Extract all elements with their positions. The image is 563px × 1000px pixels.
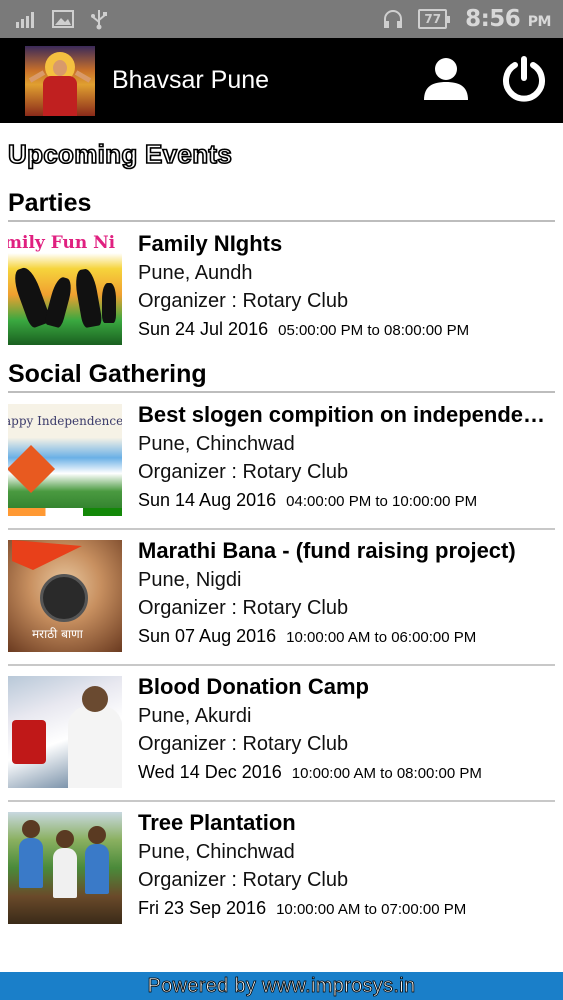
event-time: 05:00:00 PM to 08:00:00 PM — [278, 322, 470, 339]
powered-by-link[interactable]: Powered by www.improsys.in — [147, 974, 415, 998]
event-datetime: Wed 14 Dec 2016 10:00:00 AM to 08:00:00 P… — [138, 758, 555, 788]
app-bar: Bhavsar Pune — [0, 38, 563, 123]
event-card-tree-plantation[interactable]: Tree Plantation Pune, Chinchwad Organize… — [8, 802, 555, 938]
event-card-slogan-competition[interactable]: appy Independence Da Best slogen compiti… — [8, 394, 555, 530]
event-organizer: Organizer : Rotary Club — [138, 461, 349, 483]
event-card-family-nights[interactable]: mily Fun Ni Family NIghts Pune, Aundh Or… — [8, 223, 555, 359]
event-title: Marathi Bana - (fund raising project) — [138, 538, 516, 563]
event-datetime: Sun 14 Aug 2016 04:00:00 PM to 10:00:00 P… — [138, 486, 555, 516]
event-thumbnail — [8, 812, 122, 924]
power-icon — [501, 55, 547, 106]
image-icon — [52, 8, 74, 30]
logout-button[interactable] — [500, 55, 548, 106]
event-title: Blood Donation Camp — [138, 674, 369, 699]
user-icon — [423, 56, 469, 106]
event-title: Family NIghts — [138, 231, 283, 256]
event-location: Pune, Akurdi — [138, 705, 252, 727]
event-title: Tree Plantation — [138, 810, 296, 835]
footer-bar: Powered by www.improsys.in — [0, 972, 563, 1000]
event-title: Best slogen compition on independence da… — [138, 402, 555, 427]
event-datetime: Sun 07 Aug 2016 10:00:00 AM to 06:00:00 P… — [138, 622, 555, 652]
battery-icon: 77 — [418, 9, 450, 29]
event-organizer: Organizer : Rotary Club — [138, 869, 349, 891]
event-card-marathi-bana[interactable]: मराठी बाणा Marathi Bana - (fund raising … — [8, 530, 555, 666]
app-title: Bhavsar Pune — [112, 66, 270, 94]
event-date: Sun 07 Aug 2016 — [138, 626, 277, 646]
event-location: Pune, Nigdi — [138, 569, 242, 591]
event-location: Pune, Aundh — [138, 262, 253, 284]
event-organizer: Organizer : Rotary Club — [138, 290, 349, 312]
page-title: Upcoming Events — [7, 138, 233, 170]
event-organizer: Organizer : Rotary Club — [138, 733, 349, 755]
event-date: Fri 23 Sep 2016 — [138, 898, 267, 918]
event-date: Sun 14 Aug 2016 — [138, 490, 277, 510]
event-time: 04:00:00 PM to 10:00:00 PM — [286, 493, 478, 510]
event-datetime: Sun 24 Jul 2016 05:00:00 PM to 08:00:00 P… — [138, 315, 555, 345]
event-thumbnail: mily Fun Ni — [8, 233, 122, 345]
section-header-social-gathering: Social Gathering — [8, 360, 555, 393]
event-datetime: Fri 23 Sep 2016 10:00:00 AM to 07:00:00 P… — [138, 894, 555, 924]
profile-button[interactable] — [422, 57, 470, 105]
status-bar: 77 8:56 PM — [0, 0, 563, 38]
event-card-blood-donation[interactable]: Blood Donation Camp Pune, Akurdi Organiz… — [8, 666, 555, 802]
clock: 8:56 PM — [465, 6, 551, 32]
section-header-parties: Parties — [8, 189, 555, 222]
event-time: 10:00:00 AM to 08:00:00 PM — [291, 765, 482, 782]
event-location: Pune, Chinchwad — [138, 433, 295, 455]
event-thumbnail: appy Independence Da — [8, 404, 122, 516]
event-organizer: Organizer : Rotary Club — [138, 597, 349, 619]
logo-image — [25, 45, 95, 116]
event-thumbnail: मराठी बाणा — [8, 540, 122, 652]
usb-icon — [88, 8, 110, 30]
event-location: Pune, Chinchwad — [138, 841, 295, 863]
signal-icon — [16, 8, 38, 30]
event-time: 10:00:00 AM to 07:00:00 PM — [276, 901, 467, 918]
event-time: 10:00:00 AM to 06:00:00 PM — [286, 629, 477, 646]
event-date: Sun 24 Jul 2016 — [138, 319, 269, 339]
headset-icon — [382, 8, 404, 30]
event-thumbnail — [8, 676, 122, 788]
event-date: Wed 14 Dec 2016 — [138, 762, 282, 782]
